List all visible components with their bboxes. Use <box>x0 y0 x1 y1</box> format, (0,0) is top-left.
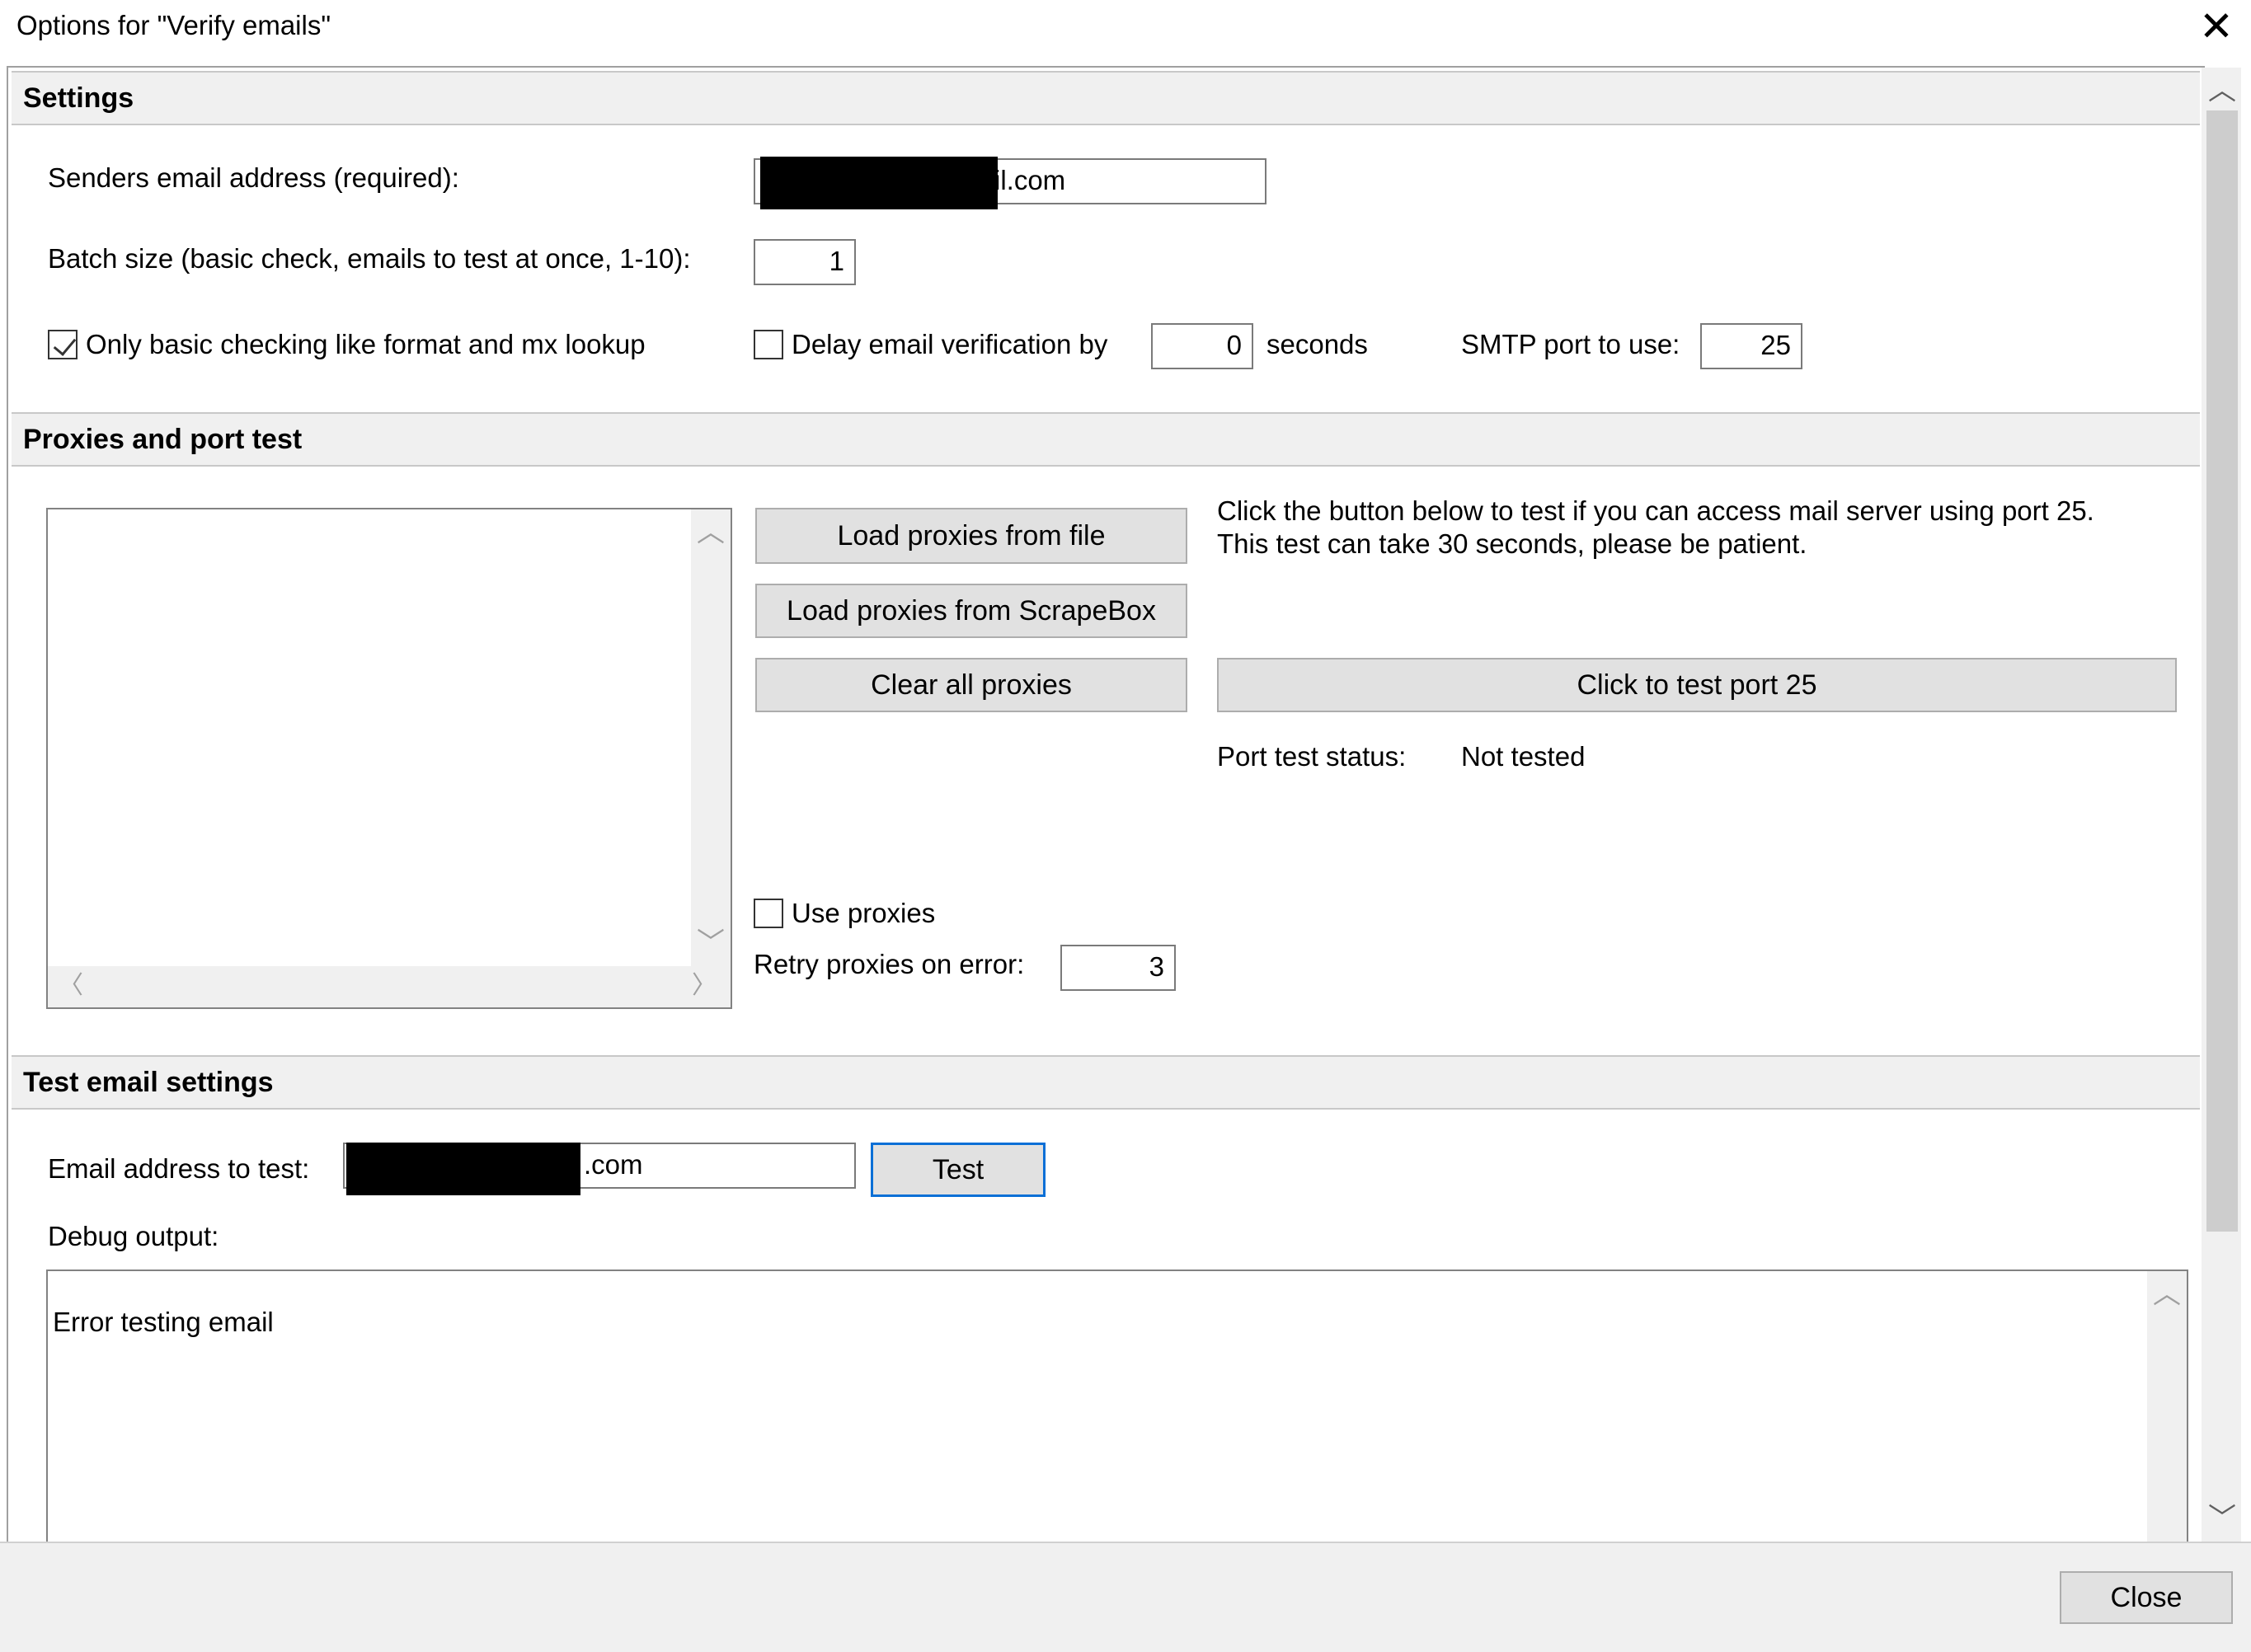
window-title: Options for "Verify emails" <box>16 10 331 40</box>
debug-output-vscroll[interactable]: ︿ <box>2147 1271 2187 1551</box>
scrollbar-thumb[interactable] <box>2206 110 2238 1232</box>
scroll-up-icon[interactable]: ︿ <box>2203 74 2241 107</box>
proxy-list-hscroll[interactable]: 〈 〉 <box>48 966 731 1007</box>
delay-seconds-input[interactable]: 0 <box>1151 323 1253 369</box>
scroll-down-icon[interactable]: ﹀ <box>691 927 731 960</box>
scroll-down-icon[interactable]: ﹀ <box>2203 1502 2241 1535</box>
debug-output-box[interactable]: Error testing email ︿ <box>46 1270 2188 1551</box>
scroll-up-icon[interactable]: ︿ <box>2147 1278 2187 1311</box>
debug-output-text: Error testing email <box>53 1307 274 1337</box>
smtp-port-label: SMTP port to use: <box>1461 329 1680 359</box>
proxy-list[interactable]: ︿ ﹀ 〈 〉 <box>46 508 732 1009</box>
smtp-port-input[interactable]: 25 <box>1700 323 1802 369</box>
delay-checkbox[interactable] <box>754 330 783 359</box>
test-address-label: Email address to test: <box>48 1153 310 1184</box>
retry-proxies-input[interactable]: 3 <box>1060 945 1176 991</box>
checkmark-icon <box>53 332 77 356</box>
dialog-footer: Close <box>0 1542 2251 1652</box>
proxy-list-vscroll[interactable]: ︿ ﹀ <box>691 509 731 966</box>
redaction-block <box>760 157 998 209</box>
test-port-button[interactable]: Click to test port 25 <box>1217 658 2177 712</box>
close-button[interactable]: Close <box>2060 1571 2233 1624</box>
panel-scrollbar-track[interactable]: ︿ ﹀ <box>2203 68 2241 1542</box>
sender-email-label: Senders email address (required): <box>48 162 459 193</box>
scroll-up-icon[interactable]: ︿ <box>691 516 731 549</box>
proxies-header: Proxies and port test <box>12 412 2200 467</box>
test-email-header: Test email settings <box>12 1055 2200 1110</box>
basic-check-checkbox[interactable] <box>48 330 78 359</box>
port-test-status-value: Not tested <box>1461 741 1586 772</box>
port-test-status-label: Port test status: <box>1217 741 1407 772</box>
port-test-info-line1: Click the button below to test if you ca… <box>1217 495 2094 526</box>
close-icon[interactable]: ✕ <box>2193 2 2239 51</box>
load-proxies-file-button[interactable]: Load proxies from file <box>755 508 1187 564</box>
redaction-block <box>346 1143 580 1195</box>
debug-output-label: Debug output: <box>48 1221 219 1251</box>
batch-size-label: Batch size (basic check, emails to test … <box>48 243 691 274</box>
scroll-left-icon[interactable]: 〈 <box>54 969 87 1002</box>
port-test-info-line2: This test can take 30 seconds, please be… <box>1217 528 1807 559</box>
test-button[interactable]: Test <box>871 1143 1046 1197</box>
clear-proxies-button[interactable]: Clear all proxies <box>755 658 1187 712</box>
delay-label: Delay email verification by <box>792 329 1108 359</box>
scroll-right-icon[interactable]: 〉 <box>688 969 721 1002</box>
use-proxies-checkbox[interactable] <box>754 899 783 928</box>
settings-header: Settings <box>12 71 2200 125</box>
delay-unit-label: seconds <box>1266 329 1368 359</box>
retry-proxies-label: Retry proxies on error: <box>754 949 1025 979</box>
title-bar: Options for "Verify emails" ✕ <box>0 0 2251 59</box>
load-proxies-scrapebox-button[interactable]: Load proxies from ScrapeBox <box>755 584 1187 638</box>
basic-check-label: Only basic checking like format and mx l… <box>86 329 646 359</box>
use-proxies-label: Use proxies <box>792 898 936 928</box>
batch-size-input[interactable]: 1 <box>754 239 856 285</box>
